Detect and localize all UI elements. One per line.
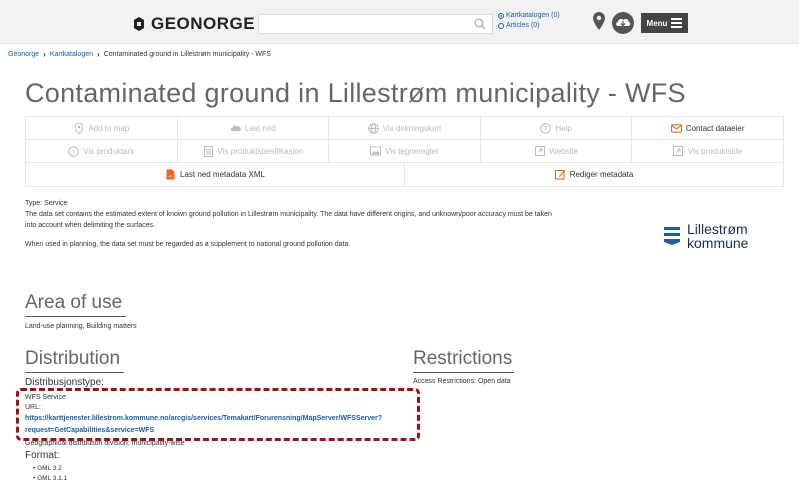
action-label: Vis produktark: [83, 146, 135, 156]
action-label: Add to map: [88, 123, 130, 133]
heading-underline: [25, 316, 126, 317]
dataset-description: The data set contains the estimated exte…: [25, 211, 552, 229]
radio-label: Articles (0): [506, 22, 540, 29]
vis-tegneregler-button[interactable]: Vis tegneregler: [329, 140, 481, 162]
action-label: Vis produktside: [687, 146, 743, 156]
add-to-map-button[interactable]: Add to map: [26, 117, 178, 139]
edit-icon: [554, 169, 566, 180]
area-of-use-text: Land-use planning, Building matters: [25, 323, 137, 330]
hamburger-icon: [671, 16, 683, 30]
external-link-icon: [673, 146, 684, 157]
radio-label: Kartkatalogen (0): [506, 12, 560, 19]
menu-label: Menu: [646, 18, 668, 28]
format-value: GML 3.1.1: [37, 475, 68, 482]
restrictions-heading: Restrictions: [413, 348, 513, 369]
format-item: • GML 3.2: [33, 465, 62, 472]
action-label: Vis tegneregler: [385, 146, 439, 156]
distribution-type-label: Distribusjonstype:: [25, 377, 104, 388]
external-link-icon: [534, 146, 545, 157]
radio-button[interactable]: [498, 23, 504, 29]
municipality-name-line1: Lillestrøm: [687, 221, 748, 237]
format-label: Format:: [25, 450, 60, 461]
vis-produktspesifikasjon-button[interactable]: Vis produktspesifikasjon: [178, 140, 330, 162]
search-icon[interactable]: [474, 18, 486, 30]
distribution-heading: Distribution: [25, 348, 121, 369]
vis-produktside-button[interactable]: Vis produktside: [632, 140, 783, 162]
municipality-name-line2: kommune: [687, 235, 749, 251]
planning-note: When used in planning, the data set must…: [25, 241, 351, 248]
svg-text:i: i: [73, 148, 75, 156]
website-button[interactable]: Website: [481, 140, 633, 162]
action-label: Contact dataeier: [685, 123, 745, 133]
cloud-download-icon: [230, 123, 241, 134]
heading-underline: [25, 372, 124, 373]
service-type: Type: Service: [25, 200, 68, 207]
document-icon: [203, 145, 214, 157]
action-label: Last ned: [245, 123, 276, 133]
info-icon: i: [68, 145, 80, 157]
action-label: Website: [549, 146, 578, 156]
help-button[interactable]: ? Help: [481, 117, 633, 139]
action-row: i Vis produktark Vis produktspesifikasjo…: [26, 140, 783, 163]
chevron-right-icon: ›: [97, 50, 100, 59]
download-icon[interactable]: [612, 12, 634, 34]
action-label: Vis dekningskart: [382, 123, 442, 133]
breadcrumb: Geonorge › Kartkatalogen › Contaminated …: [8, 50, 271, 59]
page-title: Contaminated ground in Lillestrøm munici…: [25, 78, 686, 108]
lillestrom-logo-icon: [664, 227, 680, 245]
last-ned-metadata-xml-button[interactable]: </> Last ned metadata XML: [26, 163, 405, 186]
heading-underline: [413, 372, 514, 373]
action-label: Last ned metadata XML: [180, 170, 265, 179]
breadcrumb-link-kartkatalogen[interactable]: Kartkatalogen: [50, 51, 93, 58]
help-icon: ?: [540, 122, 552, 134]
site-header: GEONORGE Kartkatalogen (0) Articles (0) …: [0, 0, 799, 44]
vis-dekningskart-button[interactable]: Vis dekningskart: [329, 117, 481, 139]
action-label: Help: [555, 123, 572, 133]
svg-text:</>: </>: [168, 174, 174, 179]
geographical-division: Geographical distribution division: muni…: [25, 440, 185, 447]
action-label: Vis produktspesifikasjon: [217, 146, 304, 156]
area-of-use-heading: Area of use: [25, 292, 123, 313]
geonorge-logo-icon: [134, 17, 144, 31]
radio-articles[interactable]: Articles (0): [498, 21, 560, 31]
rediger-metadata-button[interactable]: Rediger metadata: [405, 163, 783, 186]
xml-file-icon: </>: [165, 169, 176, 180]
vis-produktark-button[interactable]: i Vis produktark: [26, 140, 178, 162]
breadcrumb-link-geonorge[interactable]: Geonorge: [8, 51, 39, 58]
action-grid: Add to map Last ned Vis dekningskart ? H…: [25, 116, 784, 187]
logo-text: GEONORGE: [151, 14, 256, 33]
globe-icon: [367, 122, 379, 134]
radio-kartkatalogen[interactable]: Kartkatalogen (0): [498, 11, 560, 21]
municipality-logo: Lillestrøm kommune: [663, 222, 748, 250]
chevron-right-icon: ›: [43, 50, 46, 59]
radio-button-selected[interactable]: [498, 13, 504, 19]
action-row: </> Last ned metadata XML Rediger metada…: [26, 163, 783, 186]
last-ned-button[interactable]: Last ned: [178, 117, 330, 139]
svg-text:?: ?: [544, 126, 548, 133]
format-item: • GML 3.1.1: [33, 475, 68, 482]
search-input[interactable]: [258, 14, 493, 34]
mail-icon: [670, 123, 682, 134]
action-label: Rediger metadata: [569, 170, 634, 179]
menu-button[interactable]: Menu: [641, 13, 688, 33]
contact-dataeier-button[interactable]: Contact dataeier: [632, 117, 783, 139]
map-pin-icon: [73, 122, 84, 134]
image-icon: [370, 146, 382, 157]
format-value: GML 3.2: [37, 465, 62, 472]
access-restrictions: Access Restrictions: Open data: [413, 378, 511, 385]
map-pin-icon[interactable]: [593, 12, 605, 30]
breadcrumb-current: Contaminated ground in Lillestrøm munici…: [103, 51, 271, 58]
search-scope-radio: Kartkatalogen (0) Articles (0): [498, 11, 560, 31]
action-row: Add to map Last ned Vis dekningskart ? H…: [26, 117, 783, 140]
highlight-annotation: [16, 388, 420, 441]
geonorge-logo[interactable]: GEONORGE: [132, 14, 255, 34]
